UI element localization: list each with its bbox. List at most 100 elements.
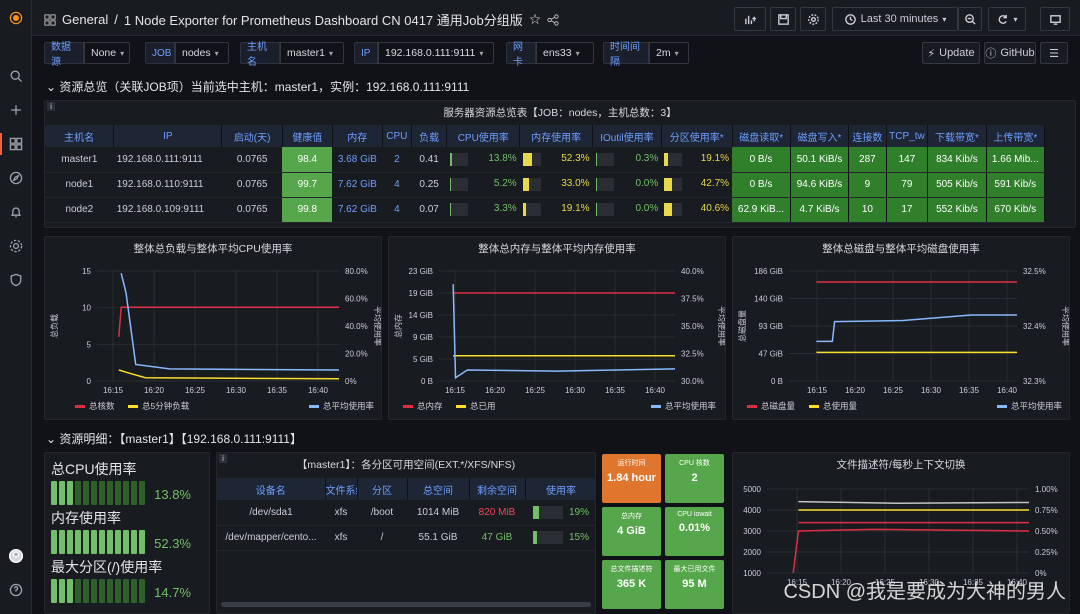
save-dashboard-button[interactable]: [770, 7, 796, 31]
column-header[interactable]: 分区: [357, 478, 408, 500]
column-header[interactable]: TCP_tw: [886, 125, 929, 147]
var-select-hostname[interactable]: master1 ▾: [280, 42, 344, 64]
user-avatar[interactable]: [6, 546, 26, 566]
gauge-bar: [449, 203, 468, 216]
refresh-button[interactable]: ▾: [988, 7, 1026, 31]
update-link-button[interactable]: ⚡ Update: [922, 42, 980, 64]
column-header[interactable]: 磁盘写入*: [790, 125, 850, 147]
column-header[interactable]: 设备名: [217, 478, 326, 500]
search-icon[interactable]: [6, 66, 26, 86]
row-header-details[interactable]: ⌄ 资源明细：【master1】【192.168.0.111:9111】: [46, 430, 302, 447]
stat-tile[interactable]: CPU 核数 2: [665, 454, 724, 503]
cell-load: 0.41: [411, 147, 447, 173]
row-title: 资源总览（关联JOB项）当前选中主机：master1，实例：192.168.0.…: [59, 80, 470, 94]
legend-item[interactable]: 总平均使用率: [665, 401, 717, 411]
legend-item[interactable]: 总平均使用率: [1011, 401, 1063, 411]
explore-icon[interactable]: [6, 168, 26, 188]
y-tick-label: 140 GiB: [754, 295, 783, 304]
zoom-out-button[interactable]: [958, 7, 982, 31]
configuration-gear-icon[interactable]: [6, 236, 26, 256]
column-header[interactable]: 剩余空间: [469, 478, 526, 500]
time-range-label: Last 30 minutes: [860, 13, 939, 25]
x-tick-label: 16:35: [959, 386, 980, 395]
chevron-down-icon: ⌄: [46, 432, 57, 446]
var-select-interval[interactable]: 2m ▾: [649, 42, 689, 64]
y2-tick-label: 32.3%: [1023, 377, 1046, 386]
bar-gauge-strip: [51, 481, 145, 505]
star-icon[interactable]: ☆: [529, 11, 542, 28]
stat-tile[interactable]: 总内存 4 GiB: [602, 507, 661, 556]
column-header[interactable]: 健康值: [282, 125, 333, 147]
column-header[interactable]: 主机名: [45, 125, 115, 147]
stat-tile[interactable]: CPU iowait 0.01%: [665, 507, 724, 556]
legend-item[interactable]: 总平均使用率: [323, 401, 375, 411]
legend-item[interactable]: 总使用量: [823, 401, 858, 411]
share-icon[interactable]: [547, 13, 559, 26]
legend-item[interactable]: 总磁盘量: [761, 401, 796, 411]
column-header[interactable]: 分区使用率*: [661, 125, 733, 147]
table-row[interactable]: /dev/mapper/cento... xfs/55.1 GiB 47 GiB 15…: [217, 525, 595, 551]
top-bar: General / 1 Node Exporter for Prometheus…: [32, 0, 1080, 36]
column-header[interactable]: 内存使用率: [519, 125, 594, 147]
legend-item[interactable]: 总已用: [470, 401, 496, 411]
github-link-button[interactable]: ⓘ GitHub: [984, 42, 1036, 64]
memory-chart[interactable]: 0 B 5 GiB 9 GiB 14 GiB 19 GiB 23 GiB 30.0% 32.5…: [389, 237, 726, 420]
var-select-datasource[interactable]: None ▾: [84, 42, 130, 64]
table-row[interactable]: node2 192.168.0.109:9111 0.0765 99.8 7.62 Gi…: [45, 197, 1046, 223]
column-header[interactable]: 下载带宽*: [927, 125, 987, 147]
column-header[interactable]: 内存: [332, 125, 383, 147]
var-select-nic[interactable]: ens33 ▾: [536, 42, 594, 64]
grafana-logo-icon[interactable]: [6, 8, 26, 28]
alerting-bell-icon[interactable]: [6, 202, 26, 222]
column-header[interactable]: CPU: [382, 125, 412, 147]
table-row[interactable]: master1 192.168.0.111:9111 0.0765 98.4 3.68 …: [45, 147, 1046, 173]
disk-chart[interactable]: 0 B 47 GiB 93 GiB 140 GiB 186 GiB 32.3% 32.4% 3…: [733, 237, 1070, 420]
column-header[interactable]: IP: [113, 125, 223, 147]
column-header[interactable]: 负载: [411, 125, 448, 147]
column-header[interactable]: 文件系统: [325, 478, 358, 500]
var-select-job[interactable]: nodes ▾: [175, 42, 229, 64]
stat-tile[interactable]: 运行时间 1.84 hour: [602, 454, 661, 503]
y2-tick-label: 32.5%: [681, 350, 704, 359]
table-row[interactable]: node1 192.168.0.110:9111 0.0765 99.7 7.62 Gi…: [45, 172, 1046, 198]
legend-item[interactable]: 总内存: [417, 401, 443, 411]
column-header[interactable]: 总空间: [407, 478, 470, 500]
x-tick-label: 16:15: [445, 386, 466, 395]
breadcrumb-folder[interactable]: General: [62, 12, 108, 27]
tv-mode-button[interactable]: [1040, 7, 1070, 31]
row-header-overview[interactable]: ⌄ 资源总览（关联JOB项）当前选中主机：master1，实例：192.168.…: [46, 78, 469, 95]
y2-tick-label: 30.0%: [681, 377, 704, 386]
var-select-ip[interactable]: 192.168.0.111:9111 ▾: [378, 42, 494, 64]
dashboard-settings-button[interactable]: [800, 7, 826, 31]
stat-tile[interactable]: 最大已用文件 95 M: [665, 560, 724, 609]
gauge-bar: [664, 152, 683, 166]
column-header[interactable]: 磁盘读取*: [732, 125, 791, 147]
column-header[interactable]: 上传带宽*: [986, 125, 1046, 147]
dashboards-icon[interactable]: [6, 134, 26, 154]
stat-tile[interactable]: 总文件描述符 365 K: [602, 560, 661, 609]
stat-tile-title: 运行时间: [617, 460, 646, 467]
var-label-datasource: 数据源: [44, 42, 84, 68]
y-tick-label: 23 GiB: [409, 267, 433, 276]
help-icon[interactable]: [6, 580, 26, 600]
column-header[interactable]: 连接数: [848, 125, 887, 147]
column-header[interactable]: 使用率: [525, 478, 595, 500]
bar-gauge-strip: [51, 579, 145, 603]
gauge-bar: [522, 203, 541, 216]
dashboard-title[interactable]: 1 Node Exporter for Prometheus Dashboard…: [124, 10, 523, 29]
cpu-load-chart[interactable]: 0 5 10 15 0% 20.0% 40.0% 60.0% 80.0% 16:15 16:20 16…: [45, 237, 382, 420]
time-range-picker[interactable]: Last 30 minutes ▾: [832, 7, 958, 31]
shield-icon[interactable]: [6, 270, 26, 290]
plus-icon[interactable]: [6, 100, 26, 120]
table-row[interactable]: /dev/sda1 xfs/boot 1014 MiB 820 MiB 19%: [217, 500, 595, 526]
cell-load: 0.25: [411, 172, 447, 198]
add-panel-button[interactable]: [734, 7, 766, 31]
horizontal-scrollbar[interactable]: [221, 602, 591, 607]
column-header[interactable]: 启动(天): [221, 125, 283, 147]
legend-item[interactable]: 总核数: [89, 401, 115, 411]
column-header[interactable]: CPU使用率: [446, 125, 521, 147]
legend-item[interactable]: 总5分钟负载: [142, 401, 190, 411]
y-tick-label: 19 GiB: [409, 289, 433, 298]
menu-icon[interactable]: ☰: [1040, 42, 1068, 64]
column-header[interactable]: IOutil使用率: [592, 125, 662, 147]
